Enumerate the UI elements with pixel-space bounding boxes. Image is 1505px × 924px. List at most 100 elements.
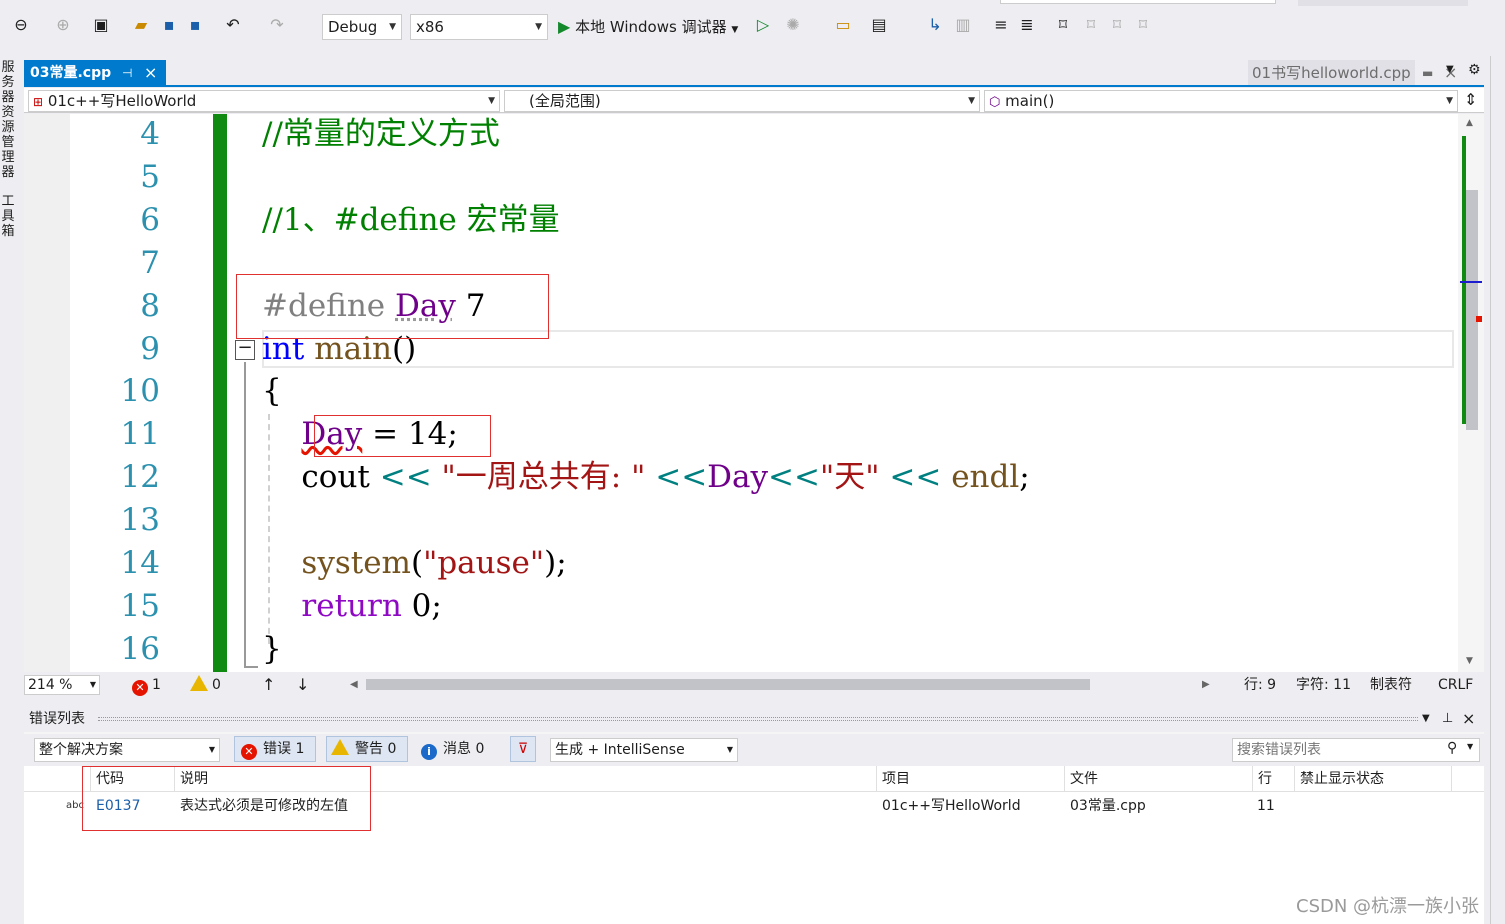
save-icon[interactable]: ▪ <box>158 14 180 36</box>
error-search-input[interactable] <box>1233 739 1433 761</box>
col-indicator: 字符: 11 <box>1296 677 1351 693</box>
undo-icon[interactable]: ↶ <box>222 14 244 36</box>
info-icon: i <box>421 744 437 760</box>
code-line-10: { <box>262 373 282 409</box>
scroll-down-icon[interactable]: ▼ <box>1466 656 1473 666</box>
scope-value: 整个解决方案 <box>39 742 123 758</box>
code-line-14: system("pause"); <box>301 545 567 581</box>
close-icon[interactable]: × <box>144 60 157 86</box>
glyph-margin <box>24 114 70 672</box>
code-line-12: cout << "一周总共有: " <<Day<<"天" << endl; <box>262 459 1030 495</box>
indent-indicator[interactable]: 制表符 <box>1370 674 1412 696</box>
col-suppression[interactable]: 禁止显示状态 <box>1294 766 1452 792</box>
horizontal-scroll-thumb[interactable] <box>366 679 1090 690</box>
uncomment-icon[interactable]: ≣ <box>1016 14 1038 36</box>
line-number: 10 <box>120 373 160 410</box>
warnings-filter-label: 警告 0 <box>355 741 397 757</box>
pin-icon[interactable]: ⊥ <box>1442 706 1453 732</box>
chevron-down-icon: ▼ <box>208 745 215 754</box>
error-search-box[interactable]: ⚲ ▼ <box>1232 738 1480 762</box>
project-icon: ⊞ <box>33 95 44 109</box>
hot-reload-icon[interactable]: ✺ <box>782 14 804 36</box>
redo-icon[interactable]: ↷ <box>266 14 288 36</box>
start-without-debugging-icon[interactable]: ▷ <box>752 14 774 36</box>
vertical-scrollbar[interactable]: ▲ ▼ <box>1458 114 1484 672</box>
col-project[interactable]: 项目 <box>876 766 1064 792</box>
clear-bookmarks-icon[interactable]: ⌑ <box>1132 14 1154 36</box>
left-tool-strip: 服务器资源管理器 工具箱 <box>0 56 24 924</box>
build-filter-select[interactable]: 生成 + IntelliSense ▼ <box>550 738 738 762</box>
step-over-icon[interactable]: ▥ <box>952 14 974 36</box>
toolbox-tab[interactable]: 工具箱 <box>0 194 16 239</box>
chevron-down-icon[interactable]: ▼ <box>1467 742 1473 751</box>
save-all-icon[interactable]: ▪ <box>184 14 206 36</box>
prev-bookmark-icon[interactable]: ⌑ <box>1080 14 1102 36</box>
chevron-down-icon: ▼ <box>731 25 739 35</box>
error-count[interactable]: ✕ 1 <box>132 674 161 696</box>
errors-filter-button[interactable]: ✕ 错误 1 <box>234 736 316 762</box>
scroll-map-error <box>1476 316 1482 322</box>
zoom-select[interactable]: 214 % ▼ <box>24 675 100 695</box>
open-file-icon[interactable]: ▰ <box>130 14 152 36</box>
config-value: Debug <box>328 18 378 36</box>
tab-dropdown-icon[interactable]: ▼ <box>1446 64 1454 75</box>
messages-filter-button[interactable]: i 消息 0 <box>420 736 500 762</box>
new-project-icon[interactable]: ▣ <box>90 14 112 36</box>
next-issue-icon[interactable]: ↓ <box>296 674 309 696</box>
forward-icon[interactable]: ⊕ <box>52 14 74 36</box>
panel-menu-icon[interactable]: ▼ <box>1422 706 1430 732</box>
config-select[interactable]: Debug ▼ <box>322 14 402 40</box>
start-debugging-button[interactable]: ▶ 本地 Windows 调试器 ▼ <box>558 14 738 40</box>
step-icon[interactable]: ↳ <box>924 14 946 36</box>
error-list-panel: 错误列表 ▼ ⊥ × 整个解决方案 ▼ ✕ 错误 1 警告 0 i 消息 0 ⊽ 生… <box>24 706 1484 924</box>
line-number: 5 <box>140 158 160 195</box>
col-line[interactable]: 行 <box>1252 766 1294 792</box>
scope-select[interactable]: 整个解决方案 ▼ <box>34 738 220 762</box>
zoom-value: 214 % <box>28 677 73 693</box>
build-filter-value: 生成 + IntelliSense <box>555 742 685 758</box>
bookmark-icon[interactable]: ⌑ <box>1052 14 1074 36</box>
line-number: 14 <box>120 545 160 581</box>
scroll-left-icon[interactable]: ◀ <box>350 674 358 696</box>
pin-icon[interactable]: ⊣ <box>122 60 132 86</box>
solution-explorer-icon[interactable]: ▭ <box>832 14 854 36</box>
col-file[interactable]: 文件 <box>1064 766 1252 792</box>
chevron-down-icon: ▼ <box>535 22 542 32</box>
tab-01-helloworld[interactable]: 01书写helloworld.cpp ▬ × <box>1220 60 1470 86</box>
warning-count[interactable]: 0 <box>190 674 221 696</box>
tab-03-constants[interactable]: 03常量.cpp ⊣ × <box>24 60 166 86</box>
server-explorer-tab[interactable]: 服务器资源管理器 <box>0 60 16 180</box>
split-icon[interactable]: ⇕ <box>1464 90 1477 109</box>
row-indicator: 行: 9 <box>1244 677 1277 693</box>
code-editor[interactable]: 4 5 6 7 8 9 10 11 12 13 14 15 16 − //常量的定义方式 //1、#de… <box>24 114 1484 672</box>
scope-dropdown[interactable]: (全局范围) ▼ <box>504 90 980 112</box>
scroll-up-icon[interactable]: ▲ <box>1466 118 1473 128</box>
chevron-down-icon: ▼ <box>89 680 96 689</box>
project-name: 01c++写HelloWorld <box>47 92 197 110</box>
prev-issue-icon[interactable]: ↑ <box>262 674 275 696</box>
error-table: 代码 说明 项目 文件 行 禁止显示状态 abc E0137 表达式必须是可修改… <box>24 766 1484 924</box>
collapse-icon[interactable]: − <box>235 339 255 360</box>
annotation-box-error <box>82 766 371 831</box>
line-number: 7 <box>140 244 160 281</box>
window-layout-icon[interactable]: ▤ <box>868 14 890 36</box>
scroll-thumb[interactable] <box>1466 190 1478 430</box>
comment-icon[interactable]: ≡ <box>990 14 1012 36</box>
filter-icon[interactable]: ⊽ <box>510 736 536 762</box>
eol-indicator[interactable]: CRLF <box>1438 674 1473 696</box>
platform-select[interactable]: x86 ▼ <box>410 14 548 40</box>
warnings-filter-button[interactable]: 警告 0 <box>326 736 408 762</box>
main-toolbar: ⊖ ⊕ ▣ ▰ ▪ ▪ ↶ ↷ Debug ▼ x86 ▼ ▶ 本地 Windows… <box>0 0 1505 56</box>
member-dropdown[interactable]: ⬡ main() ▼ <box>984 90 1458 112</box>
next-bookmark-icon[interactable]: ⌑ <box>1106 14 1128 36</box>
close-icon[interactable]: × <box>1462 706 1475 732</box>
back-icon[interactable]: ⊖ <box>10 14 32 36</box>
search-icon[interactable]: ⚲ <box>1447 740 1457 756</box>
gear-icon[interactable]: ⚙ <box>1468 62 1481 78</box>
document-tabs: 03常量.cpp ⊣ × 01书写helloworld.cpp ▬ × ▼ ⚙ <box>24 60 1490 86</box>
chevron-down-icon: ▼ <box>488 96 495 106</box>
pin-icon[interactable]: ▬ <box>1422 60 1433 86</box>
platform-value: x86 <box>416 18 444 36</box>
project-dropdown[interactable]: ⊞ 01c++写HelloWorld ▼ <box>28 90 500 112</box>
scroll-right-icon[interactable]: ▶ <box>1202 674 1210 696</box>
